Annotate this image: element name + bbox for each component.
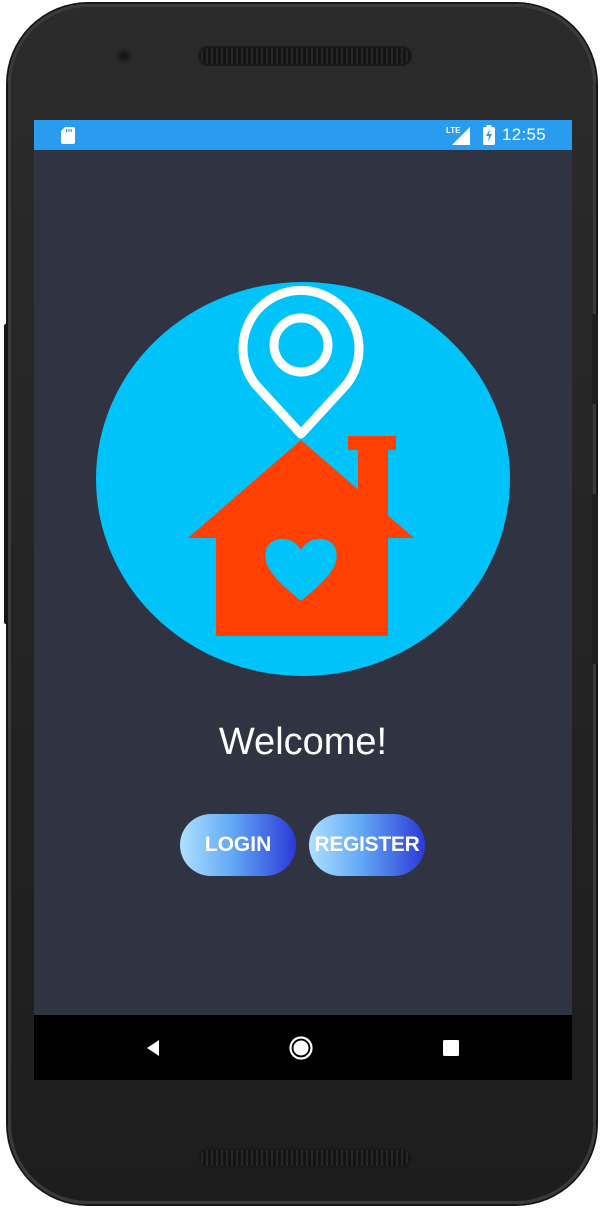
home-icon	[289, 1035, 313, 1060]
login-button[interactable]: LOGIN	[180, 814, 296, 876]
navigation-bar	[34, 1015, 572, 1080]
sd-card-icon	[61, 127, 75, 144]
phone-screen: LTE 12:55 Welcome! LOGIN REGISTER	[34, 120, 572, 1080]
recents-icon	[443, 1039, 459, 1056]
battery-charging-icon	[483, 125, 495, 145]
front-camera	[116, 48, 132, 64]
network-type-label: LTE	[446, 126, 461, 135]
nav-recents-button[interactable]	[416, 1015, 486, 1080]
app-logo	[96, 282, 510, 676]
back-icon	[147, 1039, 159, 1056]
nav-home-button[interactable]	[266, 1015, 336, 1080]
top-speaker-grille	[198, 46, 412, 66]
status-bar-clock: 12:55	[502, 125, 547, 144]
bottom-speaker-grille	[198, 1148, 412, 1168]
volume-rocker[interactable]	[592, 494, 598, 664]
register-button[interactable]: REGISTER	[309, 814, 425, 876]
welcome-heading: Welcome!	[218, 721, 388, 763]
nav-back-button[interactable]	[118, 1015, 188, 1080]
status-bar: LTE 12:55	[34, 120, 572, 150]
lte-signal-icon: LTE	[446, 126, 470, 145]
power-button[interactable]	[592, 314, 598, 404]
left-edge	[4, 324, 8, 624]
